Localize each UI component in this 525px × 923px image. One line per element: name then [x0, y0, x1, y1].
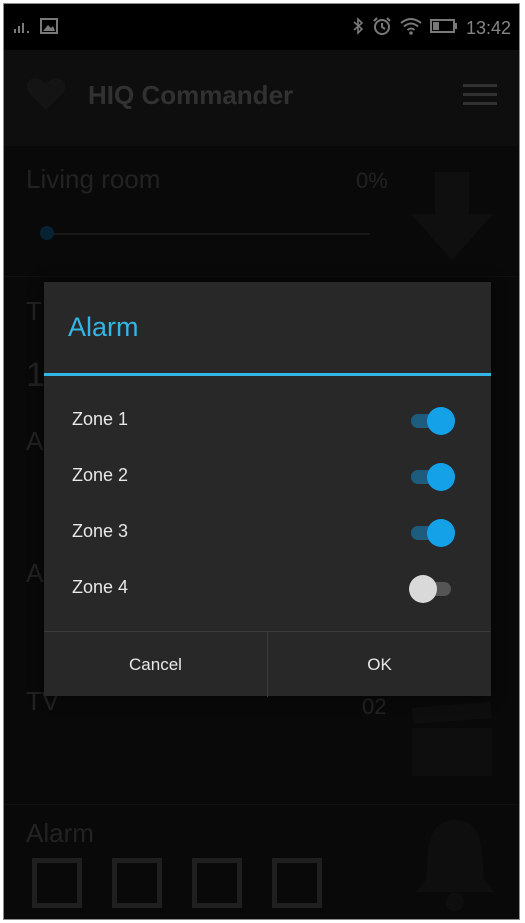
cancel-button[interactable]: Cancel [44, 632, 267, 697]
zone-3-toggle[interactable] [411, 519, 457, 547]
zone-1-toggle[interactable] [411, 407, 457, 435]
zone-label: Zone 3 [72, 521, 129, 541]
dialog-actions: Cancel OK [44, 631, 491, 697]
phone-screen: 13:42 HIQ Commander Living room 0% T 1 A… [3, 3, 520, 920]
ok-button[interactable]: OK [267, 632, 491, 697]
zone-label: Zone 2 [72, 465, 129, 485]
dialog-title: Alarm [68, 312, 139, 342]
zone-label: Zone 1 [72, 409, 129, 429]
zone-4-toggle[interactable] [409, 575, 457, 603]
zone-row-2[interactable]: Zone 2 [44, 449, 491, 505]
alarm-dialog: Alarm Zone 1 Zone 2 Zone 3 Zone 4 Cancel… [44, 282, 491, 697]
zone-row-1[interactable]: Zone 1 [44, 393, 491, 449]
zone-label: Zone 4 [72, 577, 129, 597]
zone-2-toggle[interactable] [411, 463, 457, 491]
zone-row-3[interactable]: Zone 3 [44, 505, 491, 561]
title-divider [44, 373, 491, 376]
zone-row-4[interactable]: Zone 4 [44, 561, 491, 617]
